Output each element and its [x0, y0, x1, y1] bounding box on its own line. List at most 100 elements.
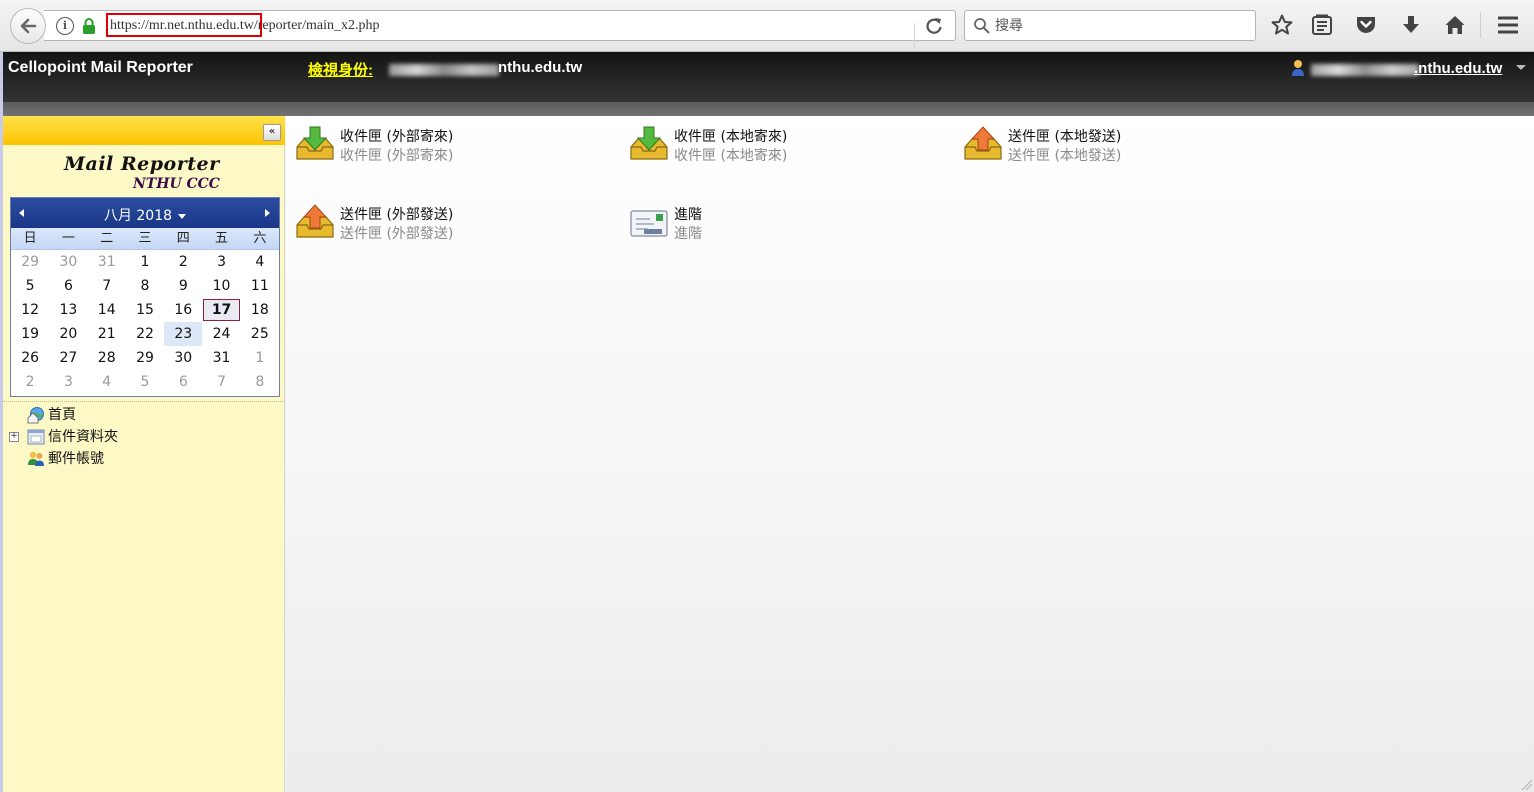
- info-icon[interactable]: i: [56, 17, 74, 35]
- calendar-day[interactable]: 3: [49, 370, 87, 394]
- tile-subtitle: 進階: [674, 226, 702, 242]
- expand-plus-icon[interactable]: +: [9, 432, 19, 442]
- calendar-day[interactable]: 7: [202, 370, 240, 394]
- lock-icon[interactable]: [81, 17, 97, 35]
- back-arrow-icon: [20, 18, 37, 34]
- calendar-day[interactable]: 30: [164, 346, 202, 370]
- calendar-day[interactable]: 31: [88, 250, 126, 274]
- weekday-label: 二: [100, 231, 114, 246]
- calendar-day[interactable]: 15: [126, 298, 164, 322]
- calendar-day[interactable]: 28: [88, 346, 126, 370]
- calendar-day[interactable]: 21: [88, 322, 126, 346]
- calendar-day[interactable]: 5: [126, 370, 164, 394]
- pocket-icon[interactable]: [1354, 13, 1378, 37]
- calendar-day[interactable]: 12: [11, 298, 49, 322]
- calendar-grid: 29 30 31 1 2 3 4 5 6 7 8 9 10 11 12 13 1…: [11, 250, 279, 394]
- calendar-day[interactable]: 29: [126, 346, 164, 370]
- calendar-day[interactable]: 29: [11, 250, 49, 274]
- logo-main: Mail Reporter: [64, 153, 220, 175]
- calendar-day[interactable]: 26: [11, 346, 49, 370]
- calendar-day[interactable]: 30: [49, 250, 87, 274]
- calendar-month-select[interactable]: 八月 2018: [11, 205, 279, 225]
- reading-list-icon[interactable]: [1310, 13, 1334, 37]
- menu-icon[interactable]: [1496, 13, 1520, 37]
- calendar-day[interactable]: 25: [241, 322, 279, 346]
- main-content: 收件匣 (外部寄來) 收件匣 (外部寄來) 收件匣 (本地寄來) 收件匣 (本地…: [286, 116, 1534, 792]
- search-input[interactable]: [995, 15, 1245, 37]
- calendar-day[interactable]: 18: [241, 298, 279, 322]
- tile-advanced[interactable]: 進階 進階: [620, 194, 940, 254]
- bookmark-star-icon[interactable]: [1270, 13, 1294, 37]
- reload-icon[interactable]: [924, 16, 944, 36]
- url-separator: [914, 23, 915, 50]
- calendar-day[interactable]: 2: [11, 370, 49, 394]
- calendar-day[interactable]: 24: [202, 322, 240, 346]
- calendar: 八月 2018 日 一 二 三 四 五 六 29 30 31 1 2 3 4 5…: [10, 197, 280, 397]
- inbox-download-icon: [630, 126, 668, 160]
- app-header: Cellopoint Mail Reporter 檢視身份: nthu.edu.…: [0, 52, 1534, 116]
- weekday-label: 四: [176, 231, 190, 246]
- calendar-day[interactable]: 3: [202, 250, 240, 274]
- calendar-day[interactable]: 13: [49, 298, 87, 322]
- calendar-day[interactable]: 5: [11, 274, 49, 298]
- app-title: Cellopoint Mail Reporter: [8, 59, 193, 76]
- calendar-day[interactable]: 14: [88, 298, 126, 322]
- tile-inbox-external[interactable]: 收件匣 (外部寄來) 收件匣 (外部寄來): [286, 116, 606, 176]
- tile-title: 進階: [674, 207, 702, 223]
- calendar-day[interactable]: 31: [202, 346, 240, 370]
- identity-redacted: [389, 64, 499, 76]
- calendar-day[interactable]: 27: [49, 346, 87, 370]
- home-globe-icon: [27, 407, 44, 424]
- tile-inbox-local[interactable]: 收件匣 (本地寄來) 收件匣 (本地寄來): [620, 116, 940, 176]
- calendar-day[interactable]: 8: [241, 370, 279, 394]
- calendar-day[interactable]: 8: [126, 274, 164, 298]
- nav-item-label: 首頁: [48, 407, 76, 423]
- calendar-day[interactable]: 19: [11, 322, 49, 346]
- tile-subtitle: 收件匣 (本地寄來): [674, 148, 788, 164]
- calendar-day[interactable]: 4: [88, 370, 126, 394]
- nav-item-label: 信件資料夾: [48, 429, 118, 445]
- chevron-down-icon[interactable]: [1516, 65, 1526, 70]
- calendar-day[interactable]: 20: [49, 322, 87, 346]
- outbox-upload-icon: [296, 204, 334, 238]
- user-menu-link[interactable]: .nthu.edu.tw: [1414, 60, 1502, 77]
- calendar-header: 八月 2018: [11, 198, 279, 228]
- collapse-sidebar-button[interactable]: «: [263, 124, 281, 141]
- calendar-day-selected[interactable]: 23: [164, 322, 203, 346]
- weekday-label: 日: [23, 231, 37, 246]
- calendar-day-today[interactable]: 17: [203, 299, 240, 321]
- resize-grip[interactable]: [1520, 778, 1532, 790]
- header-subbar: [3, 102, 1534, 116]
- calendar-day[interactable]: 1: [126, 250, 164, 274]
- calendar-day[interactable]: 16: [164, 298, 202, 322]
- calendar-day[interactable]: 10: [202, 274, 240, 298]
- calendar-month-label: 八月 2018: [103, 208, 173, 224]
- calendar-day[interactable]: 11: [241, 274, 279, 298]
- next-month-icon[interactable]: [265, 209, 270, 217]
- calendar-day[interactable]: 9: [164, 274, 202, 298]
- calendar-day[interactable]: 7: [88, 274, 126, 298]
- tile-title: 送件匣 (本地發送): [1008, 129, 1122, 145]
- calendar-day[interactable]: 4: [241, 250, 279, 274]
- user-redacted: [1311, 64, 1419, 76]
- logo-sub: NTHU CCC: [133, 176, 220, 192]
- calendar-day[interactable]: 6: [164, 370, 202, 394]
- identity-switch-link[interactable]: 檢視身份:: [308, 59, 373, 80]
- tile-title: 送件匣 (外部發送): [340, 207, 454, 223]
- tile-title: 收件匣 (本地寄來): [674, 129, 788, 145]
- home-icon[interactable]: [1443, 13, 1467, 37]
- calendar-day[interactable]: 6: [49, 274, 87, 298]
- calendar-day[interactable]: 2: [164, 250, 202, 274]
- mail-folder-icon: [27, 429, 45, 445]
- calendar-day[interactable]: 1: [241, 346, 279, 370]
- inbox-download-icon: [296, 126, 334, 160]
- url-domain-highlight: [106, 13, 262, 37]
- tile-outbox-local[interactable]: 送件匣 (本地發送) 送件匣 (本地發送): [954, 116, 1274, 176]
- calendar-day[interactable]: 22: [126, 322, 164, 346]
- sidebar-divider: [3, 401, 285, 402]
- search-bar[interactable]: [964, 10, 1256, 41]
- tile-outbox-external[interactable]: 送件匣 (外部發送) 送件匣 (外部發送): [286, 194, 606, 254]
- tile-subtitle: 送件匣 (外部發送): [340, 226, 454, 242]
- back-button[interactable]: [10, 8, 46, 44]
- download-icon[interactable]: [1399, 13, 1423, 37]
